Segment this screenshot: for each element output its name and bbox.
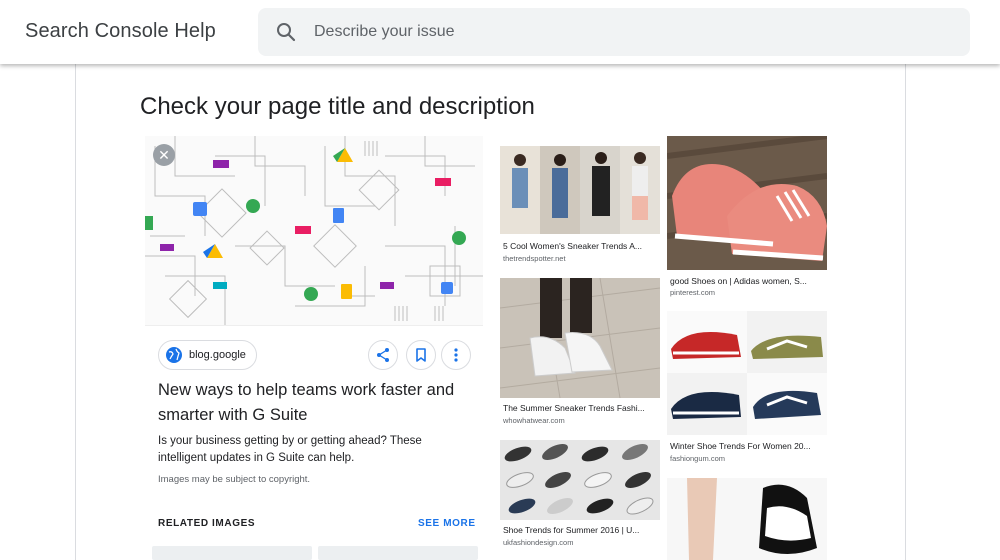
image-result-2[interactable] <box>667 136 827 270</box>
more-options-button[interactable] <box>441 340 471 370</box>
result-source: pinterest.com <box>670 288 716 297</box>
result-description: Is your business getting by or getting a… <box>158 435 422 464</box>
result-caption[interactable]: 5 Cool Women's Sneaker Trends A... <box>503 241 659 251</box>
share-button[interactable] <box>368 340 398 370</box>
site-chip-label: blog.google <box>189 349 246 361</box>
more-vert-icon <box>454 348 458 362</box>
bookmark-button[interactable] <box>406 340 436 370</box>
result-image <box>667 136 827 270</box>
top-app-bar: Search Console Help <box>0 0 1000 64</box>
share-icon <box>377 348 389 362</box>
close-icon[interactable]: ✕ <box>153 144 175 166</box>
result-image <box>500 278 660 398</box>
image-preview-card: ✕ blog.google New ways to help teams wor… <box>145 136 483 560</box>
circuit-illustration <box>145 136 483 325</box>
related-images-heading: RELATED IMAGES <box>158 518 256 529</box>
result-caption[interactable]: Shoe Trends for Summer 2016 | U... <box>503 525 659 535</box>
result-headline[interactable]: New ways to help teams work faster and s… <box>158 378 458 428</box>
globe-icon <box>166 347 182 363</box>
result-caption[interactable]: good Shoes on | Adidas women, S... <box>670 276 826 286</box>
site-chip[interactable]: blog.google <box>158 340 257 370</box>
image-result-3[interactable] <box>500 278 660 398</box>
copyright-note: Images may be subject to copyright. <box>158 474 311 485</box>
bookmark-icon <box>416 348 426 362</box>
result-caption[interactable]: The Summer Sneaker Trends Fashi... <box>503 403 659 413</box>
page-title: Check your page title and description <box>140 93 535 120</box>
result-image <box>500 440 660 520</box>
image-result-5[interactable] <box>500 440 660 520</box>
result-source: fashiongum.com <box>670 454 726 463</box>
result-image <box>667 311 827 435</box>
result-source: whowhatwear.com <box>503 416 565 425</box>
related-image-thumb[interactable] <box>152 546 312 560</box>
hero-image[interactable]: ✕ <box>145 136 483 326</box>
result-source: thetrendspotter.net <box>503 254 566 263</box>
see-more-link[interactable]: SEE MORE <box>418 518 476 529</box>
app-title[interactable]: Search Console Help <box>25 20 216 43</box>
image-result-1[interactable] <box>500 146 660 234</box>
result-image <box>500 146 660 234</box>
search-input[interactable] <box>314 8 954 56</box>
related-image-thumb[interactable] <box>318 546 478 560</box>
image-result-4[interactable] <box>667 311 827 435</box>
result-caption[interactable]: Winter Shoe Trends For Women 20... <box>670 441 826 451</box>
search-icon[interactable] <box>274 20 298 44</box>
result-image <box>667 478 827 560</box>
result-source: ukfashiondesign.com <box>503 538 574 547</box>
image-result-6[interactable] <box>667 478 827 560</box>
search-box[interactable] <box>258 8 970 56</box>
